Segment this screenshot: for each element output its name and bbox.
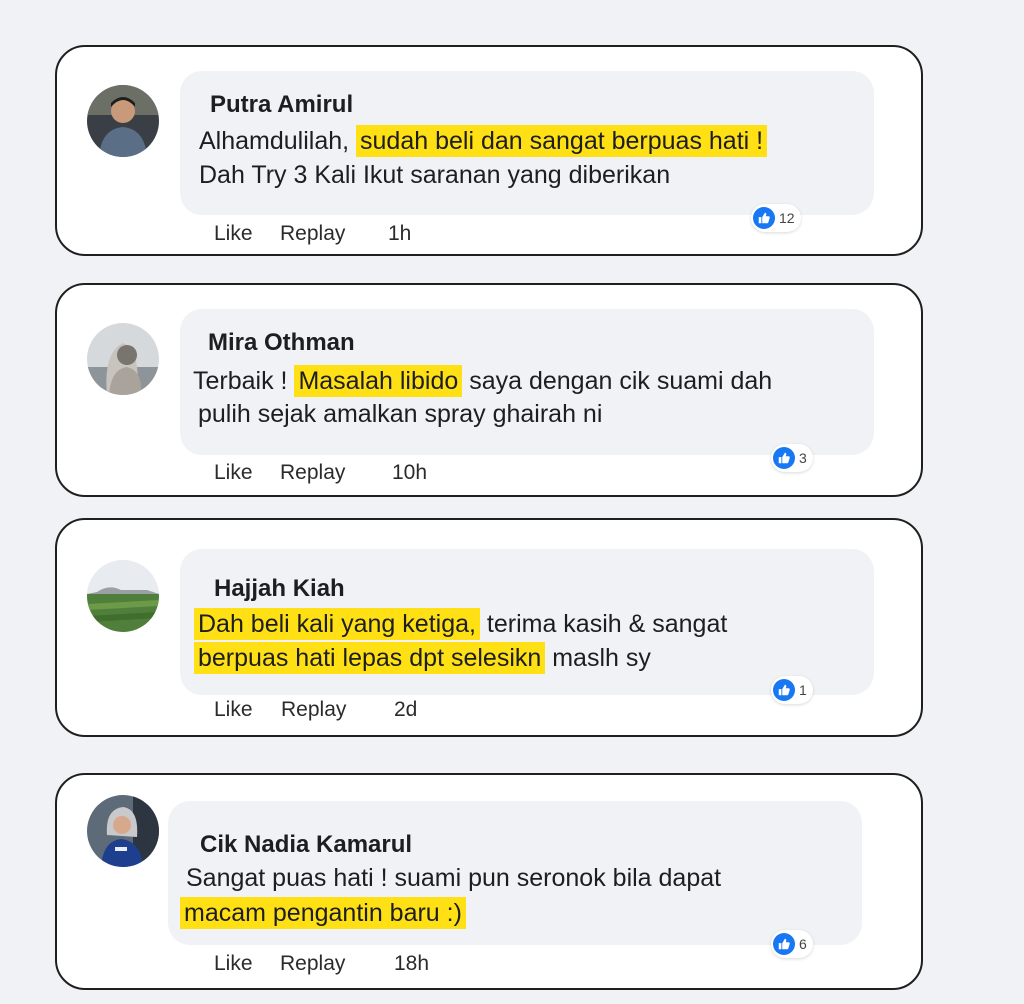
comment-card: Mira Othman Terbaik ! Masalah libido say… — [55, 283, 923, 497]
like-link[interactable]: Like — [214, 952, 253, 976]
comment-text-line: pulih sejak amalkan spray ghairah ni — [198, 397, 602, 431]
reply-link[interactable]: Replay — [281, 698, 346, 722]
thumbs-up-icon — [773, 679, 795, 701]
comment-text: maslh sy — [545, 644, 651, 672]
comment-card: Hajjah Kiah Dah beli kali yang ketiga, t… — [55, 518, 923, 737]
comment-text-line: Dah Try 3 Kali Ikut saranan yang diberik… — [199, 158, 670, 192]
avatar[interactable] — [87, 560, 159, 632]
thumbs-up-icon — [753, 207, 775, 229]
avatar[interactable] — [87, 795, 159, 867]
reply-link[interactable]: Replay — [280, 461, 345, 485]
thumbs-up-icon — [773, 447, 795, 469]
commenter-name[interactable]: Mira Othman — [208, 329, 355, 357]
timestamp[interactable]: 10h — [392, 461, 427, 485]
reaction-count-badge[interactable]: 12 — [751, 204, 801, 232]
like-link[interactable]: Like — [214, 698, 253, 722]
comment-text-line: Sangat puas hati ! suami pun seronok bil… — [186, 861, 721, 895]
comment-text: pulih sejak amalkan spray ghairah ni — [198, 400, 603, 428]
comment-text-line: berpuas hati lepas dpt selesikn maslh sy — [194, 641, 651, 675]
reply-link[interactable]: Replay — [280, 952, 345, 976]
avatar[interactable] — [87, 323, 159, 395]
comment-card: Putra Amirul Alhamdulilah, sudah beli da… — [55, 45, 923, 256]
highlighted-text: Masalah libido — [294, 365, 463, 397]
reaction-count-badge[interactable]: 6 — [771, 930, 813, 958]
thumbs-up-icon — [773, 933, 795, 955]
highlighted-text: berpuas hati lepas dpt selesikn — [194, 642, 546, 674]
timestamp[interactable]: 18h — [394, 952, 429, 976]
highlighted-text: macam pengantin baru :) — [180, 897, 466, 929]
like-link[interactable]: Like — [214, 461, 253, 485]
avatar[interactable] — [87, 85, 159, 157]
reaction-count-badge[interactable]: 3 — [771, 444, 813, 472]
comment-text-line: Terbaik ! Masalah libido saya dengan cik… — [193, 364, 772, 398]
comment-text: Dah Try 3 Kali Ikut saranan yang diberik… — [199, 161, 671, 189]
comment-text: Sangat puas hati ! suami pun seronok bil… — [186, 864, 722, 892]
comment-card: Cik Nadia Kamarul Sangat puas hati ! sua… — [55, 773, 923, 990]
reaction-count: 6 — [799, 936, 807, 952]
comment-text: terima kasih & sangat — [479, 610, 728, 638]
reaction-count: 1 — [799, 682, 807, 698]
commenter-name[interactable]: Cik Nadia Kamarul — [200, 831, 412, 859]
reply-link[interactable]: Replay — [280, 222, 345, 246]
timestamp[interactable]: 2d — [394, 698, 417, 722]
reaction-count: 12 — [779, 210, 795, 226]
timestamp[interactable]: 1h — [388, 222, 411, 246]
commenter-name[interactable]: Hajjah Kiah — [214, 575, 345, 603]
comment-text: Terbaik ! — [193, 367, 295, 395]
comment-text-line: Alhamdulilah, sudah beli dan sangat berp… — [199, 124, 768, 158]
like-link[interactable]: Like — [214, 222, 253, 246]
reaction-count: 3 — [799, 450, 807, 466]
comment-text-line: macam pengantin baru :) — [180, 896, 466, 930]
highlighted-text: Dah beli kali yang ketiga, — [194, 608, 480, 640]
comment-text: saya dengan cik suami dah — [462, 367, 773, 395]
comment-text: Alhamdulilah, — [199, 127, 357, 155]
commenter-name[interactable]: Putra Amirul — [210, 91, 353, 119]
reaction-count-badge[interactable]: 1 — [771, 676, 813, 704]
highlighted-text: sudah beli dan sangat berpuas hati ! — [356, 125, 768, 157]
comment-text-line: Dah beli kali yang ketiga, terima kasih … — [194, 607, 727, 641]
